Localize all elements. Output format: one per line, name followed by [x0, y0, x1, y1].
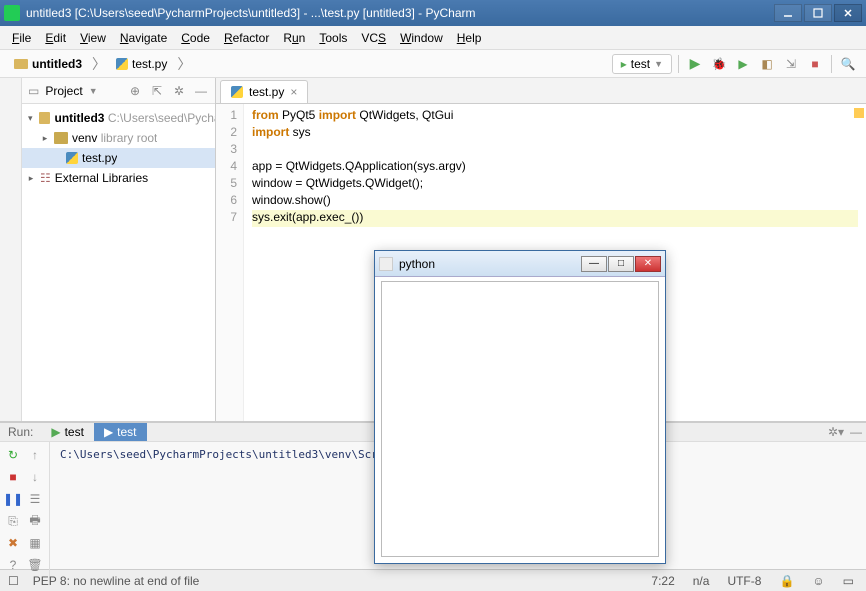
folder-icon — [54, 132, 68, 144]
run-panel-label: Run: — [0, 425, 41, 439]
menubar: File Edit View Navigate Code Refactor Ru… — [0, 26, 866, 50]
hide-button[interactable]: — — [193, 83, 209, 99]
popup-minimize-button[interactable]: — — [581, 256, 607, 272]
breadcrumb-project[interactable]: untitled3 — [8, 55, 88, 73]
readonly-icon[interactable]: 🔒 — [775, 574, 798, 588]
folder-icon — [14, 59, 28, 69]
trash-button[interactable]: 🗑 — [26, 556, 44, 574]
run-tab-2[interactable]: ▶test — [94, 423, 147, 441]
titlebar: untitled3 [C:\Users\seed\PycharmProjects… — [0, 0, 866, 26]
close-tab-button[interactable]: × — [290, 85, 297, 99]
stop-button[interactable]: ■ — [4, 468, 22, 486]
coverage-button[interactable]: ▶ — [733, 54, 753, 74]
filter-button[interactable]: ☰ — [26, 490, 44, 508]
menu-window[interactable]: Window — [394, 29, 449, 47]
locate-button[interactable]: ⊕ — [127, 83, 143, 99]
menu-file[interactable]: File — [6, 29, 37, 47]
menu-code[interactable]: Code — [175, 29, 216, 47]
breadcrumb-file-label: test.py — [132, 57, 167, 71]
help-button[interactable]: ? — [4, 556, 22, 574]
popup-title: python — [399, 257, 575, 271]
app-icon — [4, 5, 20, 21]
run-button[interactable]: ▶ — [685, 54, 705, 74]
python-icon — [116, 58, 128, 70]
editor-tab-testpy[interactable]: test.py × — [220, 80, 308, 103]
tree-root[interactable]: ▾ untitled3 C:\Users\seed\PycharmP — [22, 108, 215, 128]
breadcrumb-separator: 〉 — [92, 54, 106, 74]
line-separator[interactable]: n/a — [689, 574, 714, 588]
memory-icon[interactable]: ▭ — [839, 574, 858, 588]
breadcrumb-file[interactable]: test.py — [110, 55, 173, 73]
breadcrumb-project-label: untitled3 — [32, 57, 82, 71]
window-title: untitled3 [C:\Users\seed\PycharmProjects… — [26, 6, 774, 20]
menu-view[interactable]: View — [74, 29, 112, 47]
exit-button[interactable]: ⎘ — [4, 512, 22, 530]
popup-client-area[interactable] — [381, 281, 659, 557]
inspections-icon[interactable]: ☺ — [808, 574, 828, 588]
folder-icon — [39, 112, 51, 124]
tree-venv[interactable]: ▸ venv library root — [22, 128, 215, 148]
tab-label: test.py — [249, 85, 284, 99]
project-sidebar: ▭ Project ▼ ⊕ ⇱ ✲ — ▾ untitled3 C:\Users… — [22, 78, 216, 421]
python-icon — [66, 152, 78, 164]
project-tree: ▾ untitled3 C:\Users\seed\PycharmP ▸ ven… — [22, 104, 215, 192]
popup-maximize-button[interactable]: □ — [608, 256, 634, 272]
menu-vcs[interactable]: VCS — [355, 29, 392, 47]
run-hide-button[interactable]: — — [846, 425, 866, 439]
caret-position[interactable]: 7:22 — [647, 574, 678, 588]
popup-titlebar[interactable]: python — □ ✕ — [375, 251, 665, 277]
menu-tools[interactable]: Tools — [313, 29, 353, 47]
down-button[interactable]: ↓ — [26, 468, 44, 486]
status-message: PEP 8: no newline at end of file — [29, 574, 204, 588]
tree-file-testpy[interactable]: test.py — [22, 148, 215, 168]
rerun-button[interactable]: ↻ — [4, 446, 22, 464]
sidebar-header: ▭ Project ▼ ⊕ ⇱ ✲ — — [22, 78, 215, 104]
menu-navigate[interactable]: Navigate — [114, 29, 173, 47]
tree-external-libraries[interactable]: ▸ ☷ External Libraries — [22, 168, 215, 188]
sidebar-title: Project — [45, 84, 82, 98]
settings-button[interactable]: ✲ — [171, 83, 187, 99]
file-encoding[interactable]: UTF-8 — [723, 574, 765, 588]
clear-button[interactable]: ▦ — [26, 534, 44, 552]
run-tab-1[interactable]: ▶test — [41, 423, 94, 441]
dump-button[interactable]: ✖ — [4, 534, 22, 552]
python-icon — [231, 86, 243, 98]
run-gutter: ↻ ↑ ■ ↓ ❚❚ ☰ ⎘ 🖶 ✖ ▦ ? 🗑 — [0, 442, 50, 578]
run-config-label: test — [631, 57, 650, 71]
menu-edit[interactable]: Edit — [39, 29, 72, 47]
editor-marker — [854, 108, 864, 118]
maximize-button[interactable] — [804, 4, 832, 22]
breadcrumb-separator: 〉 — [177, 54, 191, 74]
menu-refactor[interactable]: Refactor — [218, 29, 275, 47]
navigation-bar: untitled3 〉 test.py 〉 ▸ test ▼ ▶ 🐞 ▶ ◧ ⇲… — [0, 50, 866, 78]
editor-tabs: test.py × — [216, 78, 866, 104]
up-button[interactable]: ↑ — [26, 446, 44, 464]
attach-button[interactable]: ⇲ — [781, 54, 801, 74]
run-settings-button[interactable]: ✲▾ — [826, 425, 846, 439]
popup-app-icon — [379, 257, 393, 271]
breadcrumb: untitled3 〉 test.py 〉 — [8, 54, 612, 74]
menu-run[interactable]: Run — [277, 29, 311, 47]
run-config-selector[interactable]: ▸ test ▼ — [612, 54, 672, 74]
collapse-button[interactable]: ⇱ — [149, 83, 165, 99]
qt-popup-window[interactable]: python — □ ✕ — [374, 250, 666, 564]
search-everywhere-button[interactable]: 🔍 — [838, 54, 858, 74]
minimize-button[interactable] — [774, 4, 802, 22]
status-icon: ☐ — [8, 574, 19, 588]
popup-close-button[interactable]: ✕ — [635, 256, 661, 272]
debug-button[interactable]: 🐞 — [709, 54, 729, 74]
left-gutter[interactable] — [0, 78, 22, 421]
profile-button[interactable]: ◧ — [757, 54, 777, 74]
print-button[interactable]: 🖶 — [26, 512, 44, 530]
gutter-line-numbers: 1234567 — [216, 104, 244, 421]
menu-help[interactable]: Help — [451, 29, 488, 47]
pause-button[interactable]: ❚❚ — [4, 490, 22, 508]
stop-button[interactable]: ■ — [805, 54, 825, 74]
close-button[interactable] — [834, 4, 862, 22]
